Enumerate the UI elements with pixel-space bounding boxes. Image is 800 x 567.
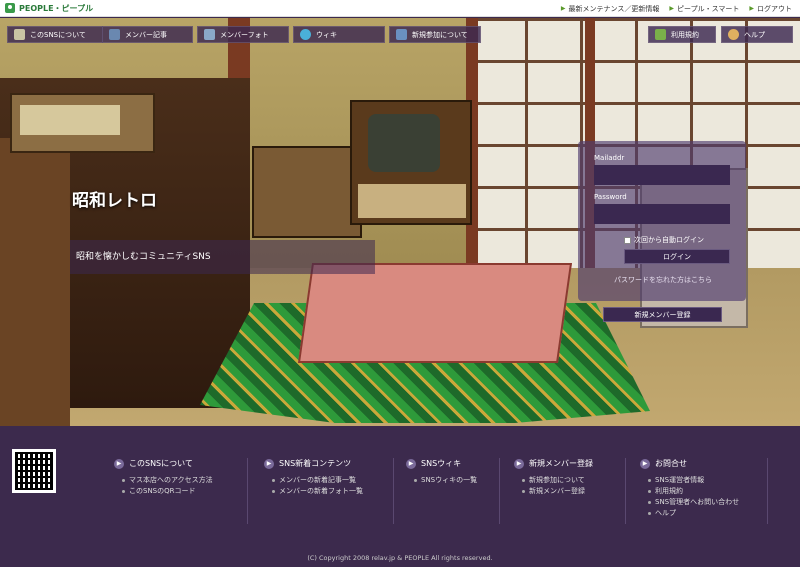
arrow-right-icon: ▶ <box>749 5 754 12</box>
site-logo[interactable]: PEOPLE・ピープル <box>5 3 93 14</box>
footer-col-contact: ▶ お問合せ SNS運営者情報 利用規約 SNS管理者へお問い合わせ ヘルプ <box>626 458 768 524</box>
hero-subtitle: 昭和を懐かしむコミュニティSNS <box>70 240 375 274</box>
signup-button[interactable]: 新規メンバー登録 <box>603 307 722 322</box>
footer-col-signup: ▶ 新規メンバー登録 新規参加について 新規メンバー登録 <box>500 458 626 524</box>
phone-icon <box>14 29 25 40</box>
hero-kotatsu <box>297 263 573 363</box>
mail-label: Mailaddr <box>594 154 625 162</box>
password-input[interactable] <box>594 204 730 224</box>
people-logo-icon <box>5 3 15 13</box>
remember-checkbox[interactable]: 次回から自動ログイン <box>624 235 704 245</box>
hero-television <box>350 100 472 225</box>
nav-help[interactable]: ヘルプ <box>721 26 793 43</box>
footer-link[interactable]: このSNSのQRコード <box>122 486 247 497</box>
main-nav: このSNSについて メンバー記事 メンバーフォト ウィキ 新規参加について 利用… <box>0 26 800 43</box>
arrow-right-icon: ▶ <box>560 5 566 12</box>
nav-wiki[interactable]: ウィキ <box>293 26 385 43</box>
footer-col-title[interactable]: 新規メンバー登録 <box>529 458 593 469</box>
logout-link[interactable]: ▶ ログアウト <box>749 4 792 14</box>
arrow-right-icon: ▶ <box>640 458 650 469</box>
login-button[interactable]: ログイン <box>624 249 730 264</box>
hero-record-player <box>252 146 362 238</box>
smart-link[interactable]: ▶ ピープル・スマート <box>669 4 739 14</box>
arrow-right-icon: ▶ <box>406 458 416 469</box>
copyright: (C) Copyright 2008 relav.jp & PEOPLE All… <box>307 554 493 562</box>
nav-terms[interactable]: 利用規約 <box>648 26 716 43</box>
mail-input[interactable] <box>594 165 730 185</box>
nav-join[interactable]: 新規参加について <box>389 26 481 43</box>
top-links: ▶ 最新メンテナンス／更新情報 ▶ ピープル・スマート ▶ ログアウト <box>561 0 792 17</box>
forgot-password-link[interactable]: パスワードを忘れた方はこちら <box>614 275 712 285</box>
globe-icon <box>300 29 311 40</box>
footer: ▶ このSNSについて マス本店へのアクセス方法 このSNSのQRコード ▶ SNS… <box>0 426 800 567</box>
login-panel: Mailaddr Password 次回から自動ログイン ログイン パスワードを… <box>578 141 746 301</box>
footer-col-wiki: ▶ SNSウィキ SNSウィキの一覧 <box>394 458 500 524</box>
photo-icon <box>204 29 215 40</box>
hero-radio <box>10 93 155 153</box>
footer-link[interactable]: マス本店へのアクセス方法 <box>122 475 247 486</box>
footer-link[interactable]: ヘルプ <box>648 508 767 519</box>
arrow-right-icon: ▶ <box>264 458 274 469</box>
arrow-right-icon: ▶ <box>514 458 524 469</box>
arrow-right-icon: ▶ <box>114 458 124 469</box>
checkbox-icon[interactable] <box>624 236 631 244</box>
footer-link[interactable]: メンバーの新着フォト一覧 <box>272 486 393 497</box>
footer-col-title[interactable]: このSNSについて <box>129 458 193 469</box>
nav-about[interactable]: このSNSについて <box>7 26 103 43</box>
footer-link[interactable]: メンバーの新着記事一覧 <box>272 475 393 486</box>
password-label: Password <box>594 193 627 201</box>
top-bar: PEOPLE・ピープル ▶ 最新メンテナンス／更新情報 ▶ ピープル・スマート ▶ ロ… <box>0 0 800 17</box>
footer-col-title[interactable]: SNS新着コンテンツ <box>279 458 351 469</box>
arrow-right-icon: ▶ <box>669 5 674 12</box>
hero-title: 昭和レトロ <box>72 191 157 211</box>
maintenance-link[interactable]: ▶ 最新メンテナンス／更新情報 <box>561 4 660 14</box>
help-icon <box>728 29 739 40</box>
document-icon <box>109 29 120 40</box>
nav-member-articles[interactable]: メンバー記事 <box>102 26 193 43</box>
footer-link[interactable]: SNS運営者情報 <box>648 475 767 486</box>
footer-col-title[interactable]: お問合せ <box>655 458 687 469</box>
footer-link[interactable]: SNSウィキの一覧 <box>414 475 499 486</box>
footer-link[interactable]: SNS管理者へお問い合わせ <box>648 497 767 508</box>
footer-col-new-content: ▶ SNS新着コンテンツ メンバーの新着記事一覧 メンバーの新着フォト一覧 <box>248 458 394 524</box>
people-icon <box>396 29 407 40</box>
qr-code <box>12 449 56 493</box>
checklist-icon <box>655 29 666 40</box>
logo-text: PEOPLE・ピープル <box>19 3 94 13</box>
footer-col-title[interactable]: SNSウィキ <box>421 458 461 469</box>
footer-link[interactable]: 新規メンバー登録 <box>522 486 625 497</box>
footer-link[interactable]: 新規参加について <box>522 475 625 486</box>
nav-member-photos[interactable]: メンバーフォト <box>197 26 289 43</box>
hero-banner: このSNSについて メンバー記事 メンバーフォト ウィキ 新規参加について 利用… <box>0 18 800 426</box>
footer-link[interactable]: 利用規約 <box>648 486 767 497</box>
footer-col-about: ▶ このSNSについて マス本店へのアクセス方法 このSNSのQRコード <box>98 458 248 524</box>
hero-drawer <box>0 138 70 426</box>
